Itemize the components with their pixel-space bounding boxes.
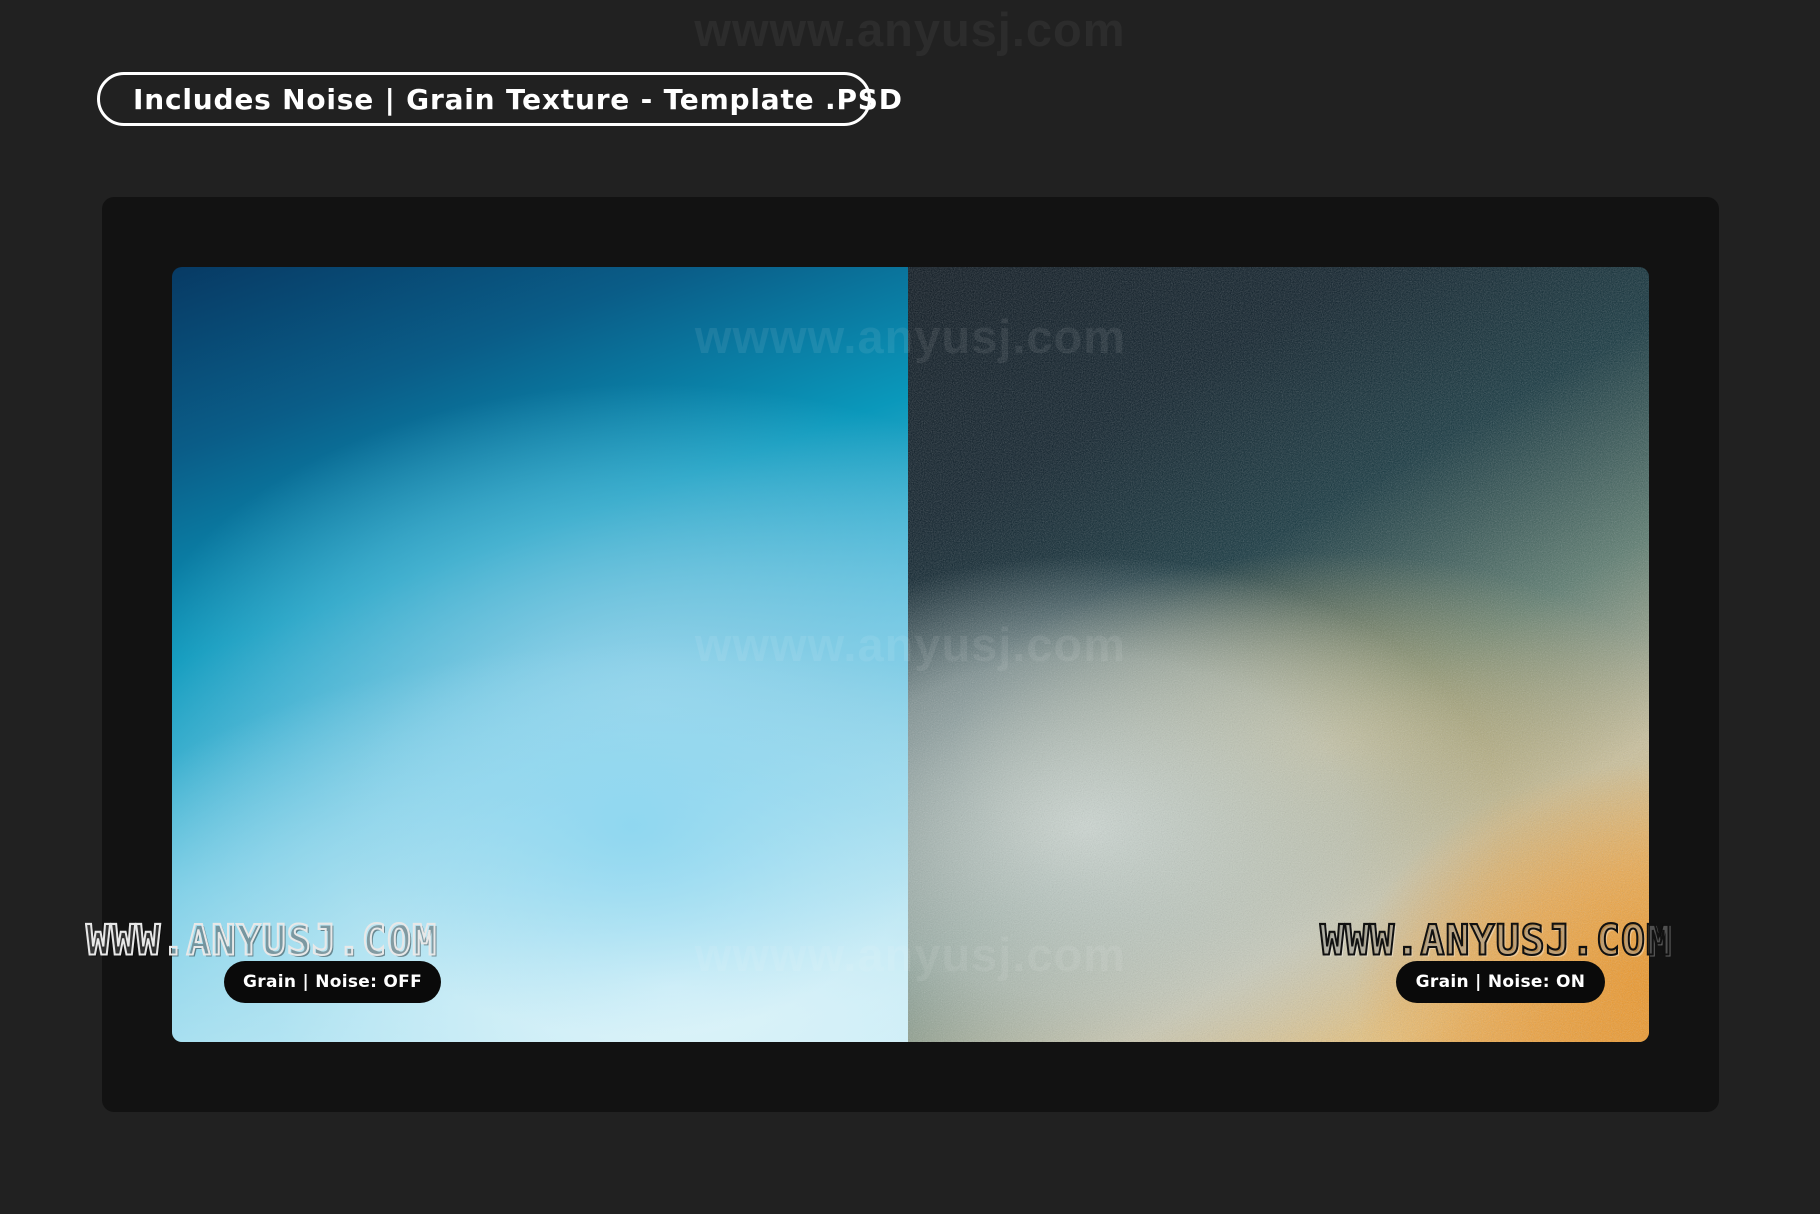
page: wwww.anyusj.com Includes Noise | Grain T… <box>0 0 1820 1214</box>
watermark-canvas-1: wwww.anyusj.com <box>694 310 1127 363</box>
title-pill: Includes Noise | Grain Texture - Templat… <box>97 72 902 126</box>
grain-on-label: Grain | Noise: ON <box>1396 961 1605 1003</box>
watermark-corner-right: WWW.ANYUSJ.COM <box>1319 916 1672 966</box>
watermark-canvas-2: wwww.anyusj.com <box>694 618 1127 671</box>
preview-frame: wwww.anyusj.com wwww.anyusj.com wwww.any… <box>102 197 1719 1112</box>
grain-off-label: Grain | Noise: OFF <box>224 961 441 1003</box>
watermark-top: wwww.anyusj.com <box>694 3 1126 56</box>
watermark-corner-left: WWW.ANYUSJ.COM <box>85 916 438 966</box>
